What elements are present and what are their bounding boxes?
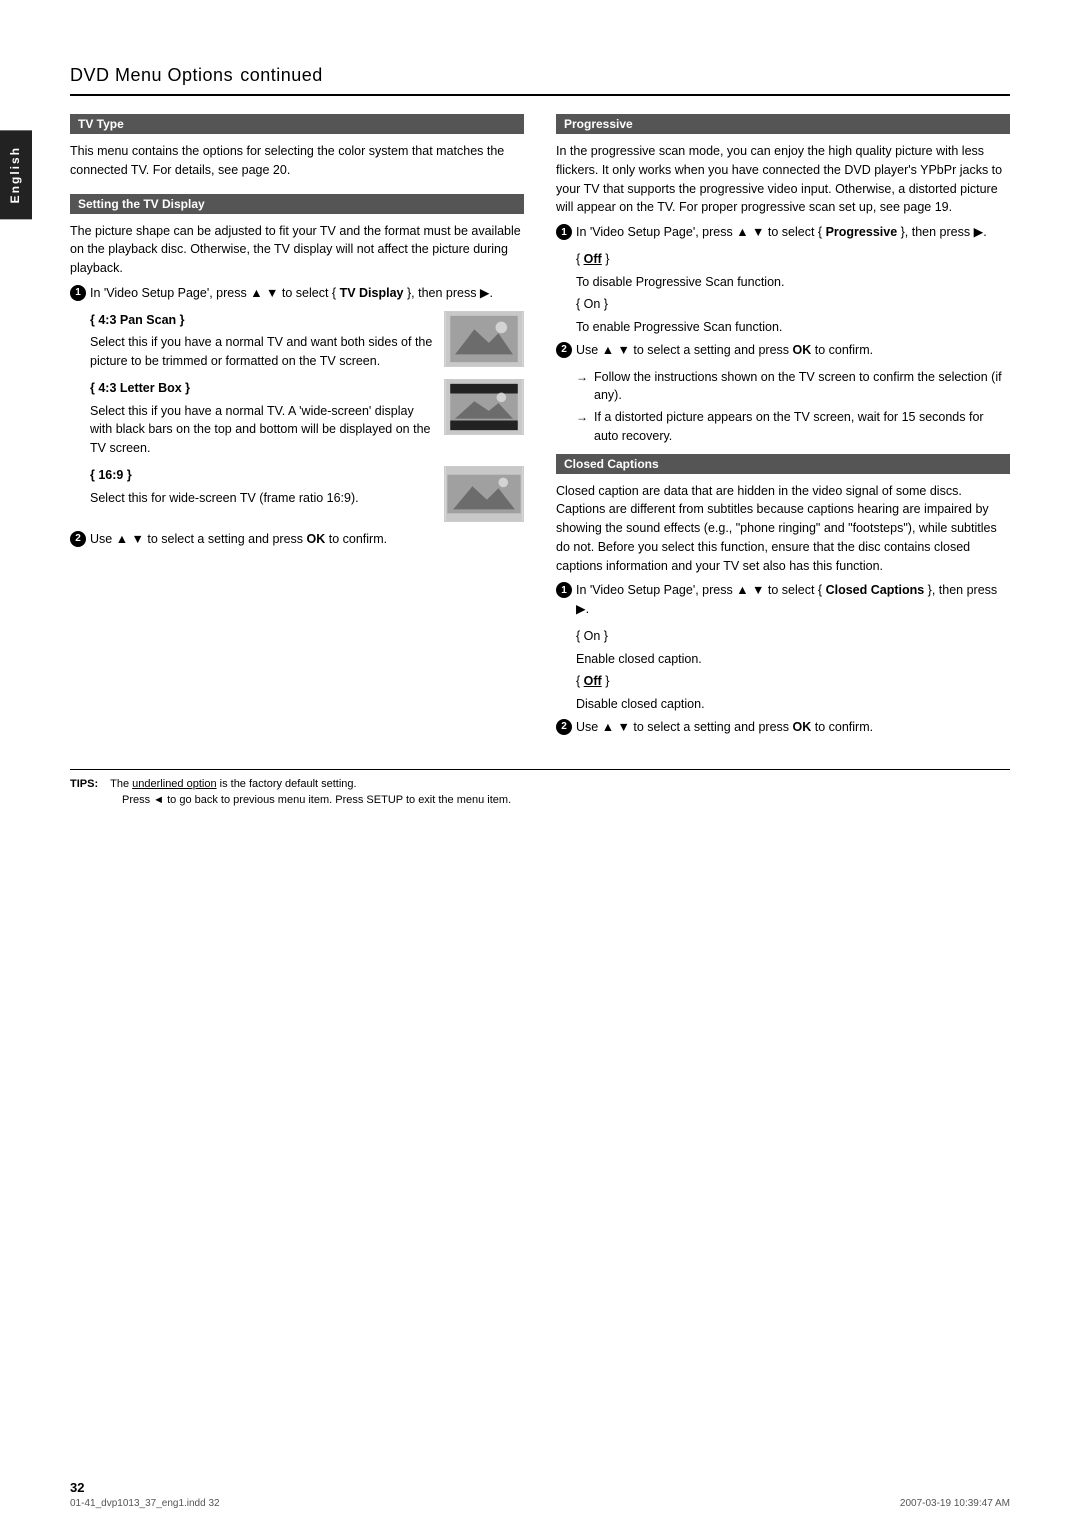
progressive-step2: 2 Use ▲ ▼ to select a setting and press … [556, 341, 1010, 360]
page-number: 32 [70, 1480, 84, 1495]
pan-scan-option: { 4:3 Pan Scan } Select this if you have… [90, 311, 524, 371]
tips-line2: Press ◄ to go back to previous menu item… [122, 794, 511, 806]
progressive-on-label: { On } [576, 295, 1010, 314]
cc-step2-num: 2 [556, 719, 572, 735]
ratio-169-option: { 16:9 } Select this for wide-screen TV … [90, 466, 524, 522]
cc-off-label: { Off } [576, 672, 1010, 691]
tips-section: TIPS: The underlined option is the facto… [70, 769, 1010, 809]
letter-box-image [444, 379, 524, 435]
progressive-arrow1: → Follow the instructions shown on the T… [576, 368, 1010, 406]
step2-text: Use ▲ ▼ to select a setting and press OK… [90, 530, 524, 549]
tips-label: TIPS: [70, 778, 98, 790]
progressive-off-label: { Off } [576, 250, 1010, 269]
setting-tv-display-body: The picture shape can be adjusted to fit… [70, 222, 524, 278]
pan-scan-text: { 4:3 Pan Scan } Select this if you have… [90, 311, 434, 371]
pan-scan-label: { 4:3 Pan Scan } [90, 311, 434, 330]
step1-num: 1 [70, 285, 86, 301]
pan-scan-desc: Select this if you have a normal TV and … [90, 335, 432, 368]
cc-off-desc: Disable closed caption. [576, 695, 1010, 714]
arrow2-icon: → [576, 408, 588, 426]
step2-num: 2 [70, 531, 86, 547]
cc-step1: 1 In 'Video Setup Page', press ▲ ▼ to se… [556, 581, 1010, 619]
page-title: DVD Menu Options continued [70, 60, 1010, 88]
cc-on-label: { On } [576, 627, 1010, 646]
closed-captions-body: Closed caption are data that are hidden … [556, 482, 1010, 576]
tips-line1: The underlined option is the factory def… [110, 778, 356, 790]
letter-box-desc: Select this if you have a normal TV. A '… [90, 404, 431, 456]
progressive-body: In the progressive scan mode, you can en… [556, 142, 1010, 217]
progressive-arrow2-text: If a distorted picture appears on the TV… [594, 408, 1010, 446]
letter-box-text: { 4:3 Letter Box } Select this if you ha… [90, 379, 434, 458]
cc-step1-text: In 'Video Setup Page', press ▲ ▼ to sele… [576, 581, 1010, 619]
letter-box-option: { 4:3 Letter Box } Select this if you ha… [90, 379, 524, 458]
arrow1-icon: → [576, 368, 588, 386]
progressive-arrow1-text: Follow the instructions shown on the TV … [594, 368, 1010, 406]
prog-step1-text: In 'Video Setup Page', press ▲ ▼ to sele… [576, 223, 1010, 242]
prog-step1-num: 1 [556, 224, 572, 240]
page-header: DVD Menu Options continued [70, 60, 1010, 96]
cc-on-desc: Enable closed caption. [576, 650, 1010, 669]
ratio-169-text: { 16:9 } Select this for wide-screen TV … [90, 466, 434, 508]
right-column: Progressive In the progressive scan mode… [556, 114, 1010, 745]
step1-text: In 'Video Setup Page', press ▲ ▼ to sele… [90, 284, 524, 303]
footer-left: 01-41_dvp1013_37_eng1.indd 32 [70, 1498, 220, 1509]
cc-step1-num: 1 [556, 582, 572, 598]
progressive-step1: 1 In 'Video Setup Page', press ▲ ▼ to se… [556, 223, 1010, 242]
tv-type-body: This menu contains the options for selec… [70, 142, 524, 180]
prog-step2-text: Use ▲ ▼ to select a setting and press OK… [576, 341, 1010, 360]
progressive-header: Progressive [556, 114, 1010, 134]
page-wrapper: English DVD Menu Options continued TV Ty… [0, 0, 1080, 1527]
progressive-arrow2: → If a distorted picture appears on the … [576, 408, 1010, 446]
footer-right: 2007-03-19 10:39:47 AM [900, 1498, 1010, 1509]
cc-step2-text: Use ▲ ▼ to select a setting and press OK… [576, 718, 1010, 737]
footer-info: 01-41_dvp1013_37_eng1.indd 32 2007-03-19… [70, 1498, 1010, 1509]
cc-step2: 2 Use ▲ ▼ to select a setting and press … [556, 718, 1010, 737]
progressive-on-desc: To enable Progressive Scan function. [576, 318, 1010, 337]
ratio-169-desc: Select this for wide-screen TV (frame ra… [90, 491, 359, 505]
progressive-off-desc: To disable Progressive Scan function. [576, 273, 1010, 292]
ratio-169-image [444, 466, 524, 522]
letter-box-label: { 4:3 Letter Box } [90, 379, 434, 398]
tv-display-step2: 2 Use ▲ ▼ to select a setting and press … [70, 530, 524, 549]
content-columns: TV Type This menu contains the options f… [70, 114, 1010, 745]
tv-type-header: TV Type [70, 114, 524, 134]
closed-captions-header: Closed Captions [556, 454, 1010, 474]
sidebar-english: English [0, 130, 32, 219]
pan-scan-image [444, 311, 524, 367]
left-column: TV Type This menu contains the options f… [70, 114, 524, 745]
setting-tv-display-header: Setting the TV Display [70, 194, 524, 214]
tv-display-step1: 1 In 'Video Setup Page', press ▲ ▼ to se… [70, 284, 524, 303]
prog-step2-num: 2 [556, 342, 572, 358]
ratio-169-label: { 16:9 } [90, 466, 434, 485]
